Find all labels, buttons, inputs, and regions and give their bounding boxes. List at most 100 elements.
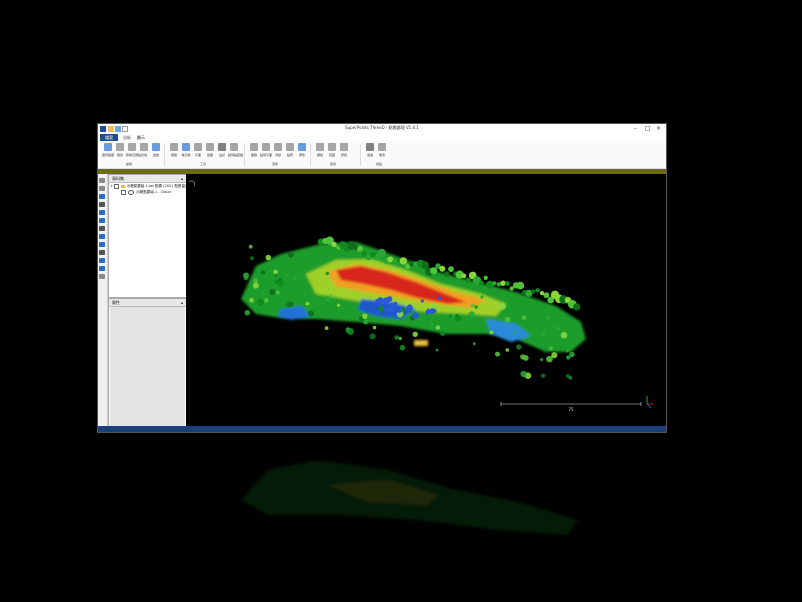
tab-analysis[interactable]: 分析 [120,134,134,141]
view-tool-icon[interactable] [99,210,105,215]
ribbon-button[interactable]: 裁剪 [114,143,126,157]
panel-close-icon[interactable]: ▴ [181,175,183,182]
minimize-icon[interactable]: – [634,125,637,133]
properties-title: 屬性 [112,300,120,305]
maximize-icon[interactable]: □ [645,125,651,133]
ribbon-button-label: 俯視 [340,153,347,157]
ribbon-button[interactable]: 體積 [168,143,180,157]
view-tool-icon[interactable] [99,178,105,183]
view-tool-icon[interactable] [99,242,105,247]
ribbon-button[interactable]: 過濾 [364,143,376,157]
view-tool-icon[interactable] [99,274,105,279]
status-bar [98,426,666,432]
ribbon-button-label: 註記 [218,153,225,157]
ribbon-group-tools: 工具 [200,162,207,166]
tab-file[interactable]: 檔案 [100,134,118,141]
funnel-icon [366,143,374,151]
ribbon-button-label: 重置 [378,153,385,157]
checkbox-icon[interactable] [113,183,119,189]
hide-icon [328,143,336,151]
ribbon-button-label: 剖面 [206,153,213,157]
ribbon-button[interactable]: 剖面 [204,143,216,157]
ribbon-button-label: 平面 [194,153,201,157]
folder-icon [120,184,125,188]
ribbon-button[interactable]: 等高線 [180,143,192,157]
ribbon-button-label: 網格 [316,153,323,157]
view-tool-icon[interactable] [99,202,105,207]
view-tool-icon[interactable] [99,226,105,231]
area-icon [250,143,258,151]
tree-item-label: 示範點雲組-1 - Cloud [136,190,171,194]
filter-icon [152,143,160,151]
ribbon-button-label: 體積 [170,153,177,157]
checkbox-icon[interactable] [121,189,126,195]
ribbon-button-label: 等高線 [181,153,191,157]
axis-triad-icon [646,396,653,409]
ribbon-button[interactable]: 點雲 [284,143,296,157]
ribbon-button[interactable]: 俯視 [338,143,350,157]
view-tool-icon[interactable] [99,266,105,271]
ribbon-button-label: 移除近鄰點 [126,153,142,157]
ribbon-divider [164,144,165,166]
ribbon-group-edit: 編輯 [126,162,133,166]
plane-icon [194,143,202,151]
view-tool-icon[interactable] [99,186,105,191]
ribbon-button[interactable]: 點到點距離 [228,143,243,157]
ribbon-button[interactable]: 隱藏 [326,143,338,157]
neighbor-icon [128,143,136,151]
ribbon-button[interactable]: 註記 [216,143,228,157]
3d-viewport[interactable]: 75 [186,174,666,426]
point-cloud-icon [128,189,135,195]
clear-icon [274,143,282,151]
properties-panel: 屬性 ▴ [108,298,187,428]
ribbon-toolbar: 編輯 工具 測量 檢視 視點 邊界範圍 裁剪 移除近鄰點 合併 濾波 體積 等高線 平面 剖面 註… [98,141,666,169]
ribbon-button-label: 濾波 [152,153,159,157]
ribbon-button[interactable]: 面積 [248,143,260,157]
application-window: SuperPoints ThreeD - 點雲處理 V1.0.1 – □ × 檔… [98,124,666,432]
view-tool-icon[interactable] [99,258,105,263]
view-tool-icon[interactable] [99,194,105,199]
tree-item-cloud[interactable]: 示範點雲組-1 - Cloud [109,189,186,195]
tree-item-label: 示範點雲組-1.las 點雲 (2021 點數量) [126,184,187,188]
ribbon-button[interactable]: 合併 [138,143,150,157]
ribbon-button[interactable]: 著色 [296,143,308,157]
window-reflection [98,440,666,602]
properties-header: 屬性 ▴ [109,299,186,307]
title-bar: SuperPoints ThreeD - 點雲處理 V1.0.1 – □ × [98,124,666,134]
view-tool-icon[interactable] [99,234,105,239]
expand-icon[interactable]: ▾ [111,184,113,188]
window-title: SuperPoints ThreeD - 點雲處理 V1.0.1 [345,125,419,130]
ribbon-button[interactable]: 點到平面 [260,143,272,157]
ribbon-button[interactable]: 平面 [192,143,204,157]
ribbon-button-label: 隱藏 [328,153,335,157]
ribbon-tabs: 檔案 分析 顯示 [98,134,666,142]
ribbon-button[interactable]: 網格 [314,143,326,157]
ribbon-button-label: 點雲 [286,153,293,157]
close-icon[interactable]: × [656,125,661,133]
ribbon-button[interactable]: 濾波 [150,143,162,157]
crop-icon [116,143,124,151]
ribbon-button-label: 著色 [298,153,305,157]
properties-body [110,307,185,426]
contour-icon [182,143,190,151]
view-tool-icon[interactable] [99,218,105,223]
grid-icon [316,143,324,151]
ribbon-divider [360,144,361,166]
distance-icon [230,143,238,151]
db-tree-panel: 資料集 ▴ ▾ 示範點雲組-1.las 點雲 (2021 點數量) 示範點雲組-… [108,174,187,298]
ribbon-button-label: 清除 [274,153,281,157]
left-tool-strip [98,174,108,428]
scale-label: 75 [568,407,574,412]
ribbon-button[interactable]: 清除 [272,143,284,157]
ribbon-button[interactable]: 邊界範圍 [102,143,114,157]
volume-icon [170,143,178,151]
point-cloud-render: 75 [188,180,653,412]
ribbon-button-label: 面積 [250,153,257,157]
colorize-icon [298,143,306,151]
panel-close-icon[interactable]: ▴ [181,299,183,306]
reset-icon [378,143,386,151]
ribbon-button[interactable]: 移除近鄰點 [126,143,142,157]
view-tool-icon[interactable] [99,250,105,255]
ribbon-button[interactable]: 重置 [376,143,388,157]
ribbon-button-label: 裁剪 [116,153,123,157]
